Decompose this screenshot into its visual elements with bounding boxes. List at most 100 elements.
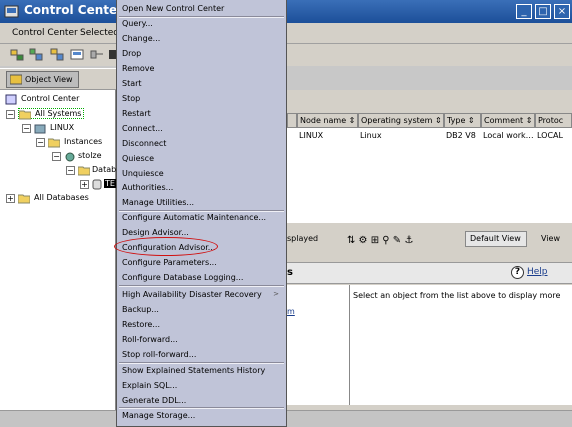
expand-toggle[interactable]: + xyxy=(6,194,15,203)
view-dropdown[interactable]: Default View xyxy=(465,231,527,247)
menu-item-configure-database-logging[interactable]: Configure Database Logging... xyxy=(122,273,243,282)
menu-item-remove[interactable]: Remove xyxy=(122,64,154,73)
expand-toggle[interactable]: − xyxy=(22,124,31,133)
displayed-count: splayed xyxy=(287,234,319,243)
object-grid xyxy=(287,128,572,223)
highlight-circle xyxy=(114,237,218,256)
maximize-button[interactable]: □ xyxy=(535,4,551,19)
folder-icon xyxy=(18,194,30,204)
details-link[interactable]: m xyxy=(287,307,295,316)
folder-icon xyxy=(78,166,90,176)
cell-comment[interactable]: Local work… xyxy=(483,131,534,140)
tree-linux[interactable]: LINUX xyxy=(34,123,74,134)
column-operating-system[interactable]: Operating system ⇕ xyxy=(358,113,444,128)
menu-separator xyxy=(119,407,284,409)
object-view-bar: Object View xyxy=(0,68,116,90)
filter-toolbar-icons[interactable]: ⇅ ⚙ ⊞ ⚲ ✎ ⚓ xyxy=(347,232,457,246)
menu-separator xyxy=(119,210,284,212)
context-menu: Open New Control Center Query... Change.… xyxy=(116,0,287,427)
menu-item-unquiesce[interactable]: Unquiesce xyxy=(122,169,164,178)
tree-databases[interactable]: Datab xyxy=(78,165,116,176)
database-icon[interactable] xyxy=(50,48,64,61)
menu-item-query[interactable]: Query... xyxy=(122,19,153,28)
column-type[interactable]: Type ⇕ xyxy=(444,113,481,128)
control-center-window: Control Center _ □ × Control Center Sele… xyxy=(0,0,572,427)
cell-protocol[interactable]: LOCAL xyxy=(537,131,563,140)
menu-item-configure-automatic-maintenance[interactable]: Configure Automatic Maintenance... xyxy=(122,213,266,222)
menu-control-center[interactable]: Control Center xyxy=(12,28,78,38)
tree-database-selected[interactable]: TE xyxy=(92,179,116,190)
menu-item-backup[interactable]: Backup... xyxy=(122,305,159,314)
column-node-name[interactable]: Node name ⇕ xyxy=(297,113,358,128)
menu-item-restart[interactable]: Restart xyxy=(122,109,151,118)
menu-item-explain-sql[interactable]: Explain SQL... xyxy=(122,381,177,390)
menu-item-drop[interactable]: Drop xyxy=(122,49,141,58)
menu-item-design-advisor[interactable]: Design Advisor... xyxy=(122,228,189,237)
object-tree: Control Center − All Systems − LINUX − I… xyxy=(0,90,116,410)
menu-item-configure-parameters[interactable]: Configure Parameters... xyxy=(122,258,217,267)
column-protocol[interactable]: Protoc xyxy=(535,113,572,128)
menu-item-generate-ddl[interactable]: Generate DDL... xyxy=(122,396,186,405)
details-right: Select an object from the list above to … xyxy=(350,285,572,405)
view-button[interactable]: View xyxy=(541,234,560,243)
expand-toggle[interactable]: + xyxy=(80,180,89,189)
tools-icon[interactable] xyxy=(90,48,104,61)
menu-item-stop-roll-forward[interactable]: Stop roll-forward... xyxy=(122,350,196,359)
menu-item-connect[interactable]: Connect... xyxy=(122,124,163,133)
control-center-icon xyxy=(5,94,17,105)
tree-instances[interactable]: Instances xyxy=(48,137,102,148)
cell-node-name[interactable]: LINUX xyxy=(299,131,323,140)
submenu-arrow-icon: > xyxy=(273,290,279,298)
menu-item-roll-forward[interactable]: Roll-forward... xyxy=(122,335,178,344)
database-icon xyxy=(92,179,102,190)
expand-toggle[interactable]: − xyxy=(36,138,45,147)
window-icon[interactable] xyxy=(70,48,84,61)
column-comment[interactable]: Comment ⇕ xyxy=(481,113,535,128)
svg-text:⇅ ⚙ ⊞ ⚲ ✎ ⚓: ⇅ ⚙ ⊞ ⚲ ✎ ⚓ xyxy=(347,235,413,246)
system-icon xyxy=(34,124,46,134)
menu-item-hadr[interactable]: High Availability Disaster Recovery > xyxy=(122,290,283,299)
menu-item-authorities[interactable]: Authorities... xyxy=(122,183,173,192)
menu-item-disconnect[interactable]: Disconnect xyxy=(122,139,166,148)
object-view-label: Object View xyxy=(25,75,73,84)
details-left: m xyxy=(287,285,350,405)
tree-all-databases[interactable]: All Databases xyxy=(18,193,89,204)
help-icon[interactable]: ? xyxy=(511,266,524,279)
window-title: Control Center xyxy=(24,3,124,17)
menu-item-open-new-control-center[interactable]: Open New Control Center xyxy=(122,4,224,13)
cell-os[interactable]: Linux xyxy=(360,131,382,140)
minimize-button[interactable]: _ xyxy=(516,4,532,19)
expand-toggle[interactable]: − xyxy=(6,110,15,119)
menu-item-quiesce[interactable]: Quiesce xyxy=(122,154,154,163)
tree-instance-stolze[interactable]: stolze xyxy=(64,151,102,162)
menu-selected[interactable]: Selected xyxy=(80,28,119,38)
object-view-icon xyxy=(10,74,22,85)
tree-all-systems[interactable]: All Systems xyxy=(18,108,85,120)
menu-item-show-explained-statements-history[interactable]: Show Explained Statements History xyxy=(122,366,265,375)
menu-item-start[interactable]: Start xyxy=(122,79,142,88)
menu-separator xyxy=(119,16,284,18)
folder-icon xyxy=(48,138,60,148)
menu-item-manage-storage[interactable]: Manage Storage... xyxy=(122,411,195,420)
contents-toolbar: splayed ⇅ ⚙ ⊞ ⚲ ✎ ⚓ Default View View xyxy=(287,227,572,251)
details-message: Select an object from the list above to … xyxy=(353,291,561,300)
menu-item-manage-utilities[interactable]: Manage Utilities... xyxy=(122,198,194,207)
object-view-button[interactable]: Object View xyxy=(6,71,79,88)
menu-item-change[interactable]: Change... xyxy=(122,34,160,43)
expand-toggle[interactable]: − xyxy=(66,166,75,175)
instance-icon xyxy=(65,152,75,162)
menu-separator xyxy=(119,362,284,364)
expand-toggle[interactable]: − xyxy=(52,152,61,161)
menu-item-stop[interactable]: Stop xyxy=(122,94,140,103)
cell-type[interactable]: DB2 V8 xyxy=(446,131,476,140)
menu-item-restore[interactable]: Restore... xyxy=(122,320,160,329)
help-link[interactable]: Help xyxy=(527,267,548,277)
tree-control-center[interactable]: Control Center xyxy=(5,94,79,105)
details-header: s ? Help xyxy=(287,262,572,284)
instance-icon[interactable] xyxy=(29,48,43,61)
close-button[interactable]: × xyxy=(554,4,570,19)
folder-open-icon xyxy=(19,110,31,120)
app-icon xyxy=(4,5,19,18)
grid-header-lead xyxy=(287,113,297,128)
system-icon[interactable] xyxy=(10,48,24,61)
